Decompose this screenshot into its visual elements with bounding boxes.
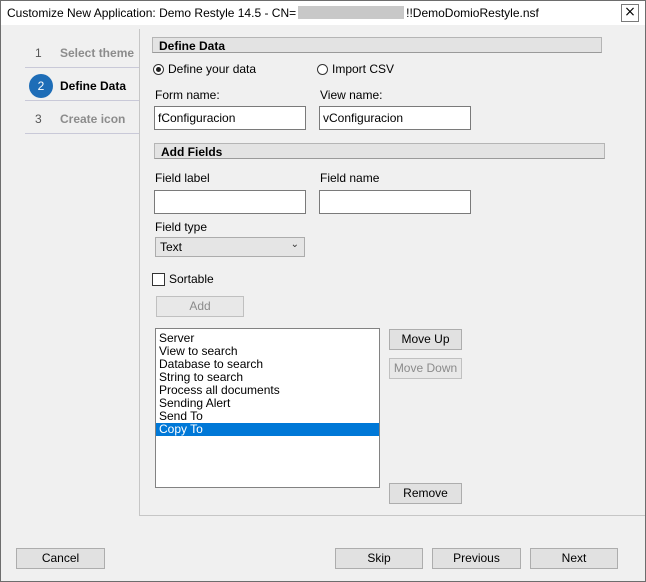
- field-label-label: Field label: [155, 171, 210, 185]
- field-name-label: Field name: [320, 171, 380, 185]
- step-create-icon[interactable]: 3 Create icon: [25, 103, 139, 134]
- radio-import-csv[interactable]: Import CSV: [317, 62, 394, 76]
- field-name-input[interactable]: [319, 190, 471, 214]
- radio-define-your-data[interactable]: Define your data: [153, 62, 256, 76]
- window-title: Customize New Application: Demo Restyle …: [7, 6, 539, 20]
- view-name-input[interactable]: vConfiguracion: [319, 106, 471, 130]
- step-label: Define Data: [60, 79, 127, 93]
- sortable-checkbox[interactable]: Sortable: [152, 272, 214, 286]
- previous-button[interactable]: Previous: [432, 548, 521, 569]
- field-label-input[interactable]: [154, 190, 306, 214]
- next-button[interactable]: Next: [530, 548, 618, 569]
- add-fields-heading: Add Fields: [154, 143, 605, 159]
- radio-unselected-icon: [317, 63, 328, 75]
- field-type-value: Text: [160, 240, 183, 254]
- list-item-selected[interactable]: Copy To: [156, 423, 379, 436]
- step-label: Select theme: [60, 46, 135, 60]
- window-title-suffix: !!DemoDomioRestyle.nsf: [406, 6, 539, 20]
- form-name-input[interactable]: fConfiguracion: [154, 106, 306, 130]
- wizard-steps: 1 Select theme 2 Define Data 3 Create ic…: [25, 37, 139, 136]
- radio-label: Define your data: [168, 62, 257, 76]
- step-number: 3: [35, 112, 42, 126]
- title-bar: Customize New Application: Demo Restyle …: [1, 1, 645, 25]
- field-type-select[interactable]: Text ⌄: [155, 237, 305, 257]
- checkbox-unchecked-icon: [152, 272, 165, 286]
- sortable-label: Sortable: [169, 272, 214, 286]
- field-type-label: Field type: [155, 220, 208, 234]
- fields-listbox[interactable]: Server View to search Database to search…: [155, 328, 380, 488]
- step-select-theme[interactable]: 1 Select theme: [25, 37, 139, 68]
- move-down-button[interactable]: Move Down: [389, 358, 462, 379]
- window-title-prefix: Customize New Application: Demo Restyle …: [7, 6, 297, 20]
- form-name-label: Form name:: [155, 88, 220, 102]
- step-label: Create icon: [60, 112, 126, 126]
- dialog-window: Customize New Application: Demo Restyle …: [0, 0, 646, 582]
- move-up-button[interactable]: Move Up: [389, 329, 462, 350]
- skip-button[interactable]: Skip: [335, 548, 423, 569]
- view-name-label: View name:: [320, 88, 383, 102]
- add-field-button[interactable]: Add: [156, 296, 244, 317]
- radio-label: Import CSV: [332, 62, 395, 76]
- define-data-heading: Define Data: [152, 37, 602, 53]
- remove-button[interactable]: Remove: [389, 483, 462, 504]
- redacted-block: [298, 6, 405, 19]
- close-icon: ×: [624, 4, 636, 20]
- close-button[interactable]: ×: [621, 4, 639, 22]
- step-define-data[interactable]: 2 Define Data: [25, 70, 139, 101]
- step-number: 1: [35, 46, 42, 60]
- cancel-button[interactable]: Cancel: [16, 548, 105, 569]
- radio-selected-icon: [153, 63, 164, 75]
- chevron-down-icon: ⌄: [290, 239, 299, 250]
- step-number-circle: 2: [29, 74, 53, 98]
